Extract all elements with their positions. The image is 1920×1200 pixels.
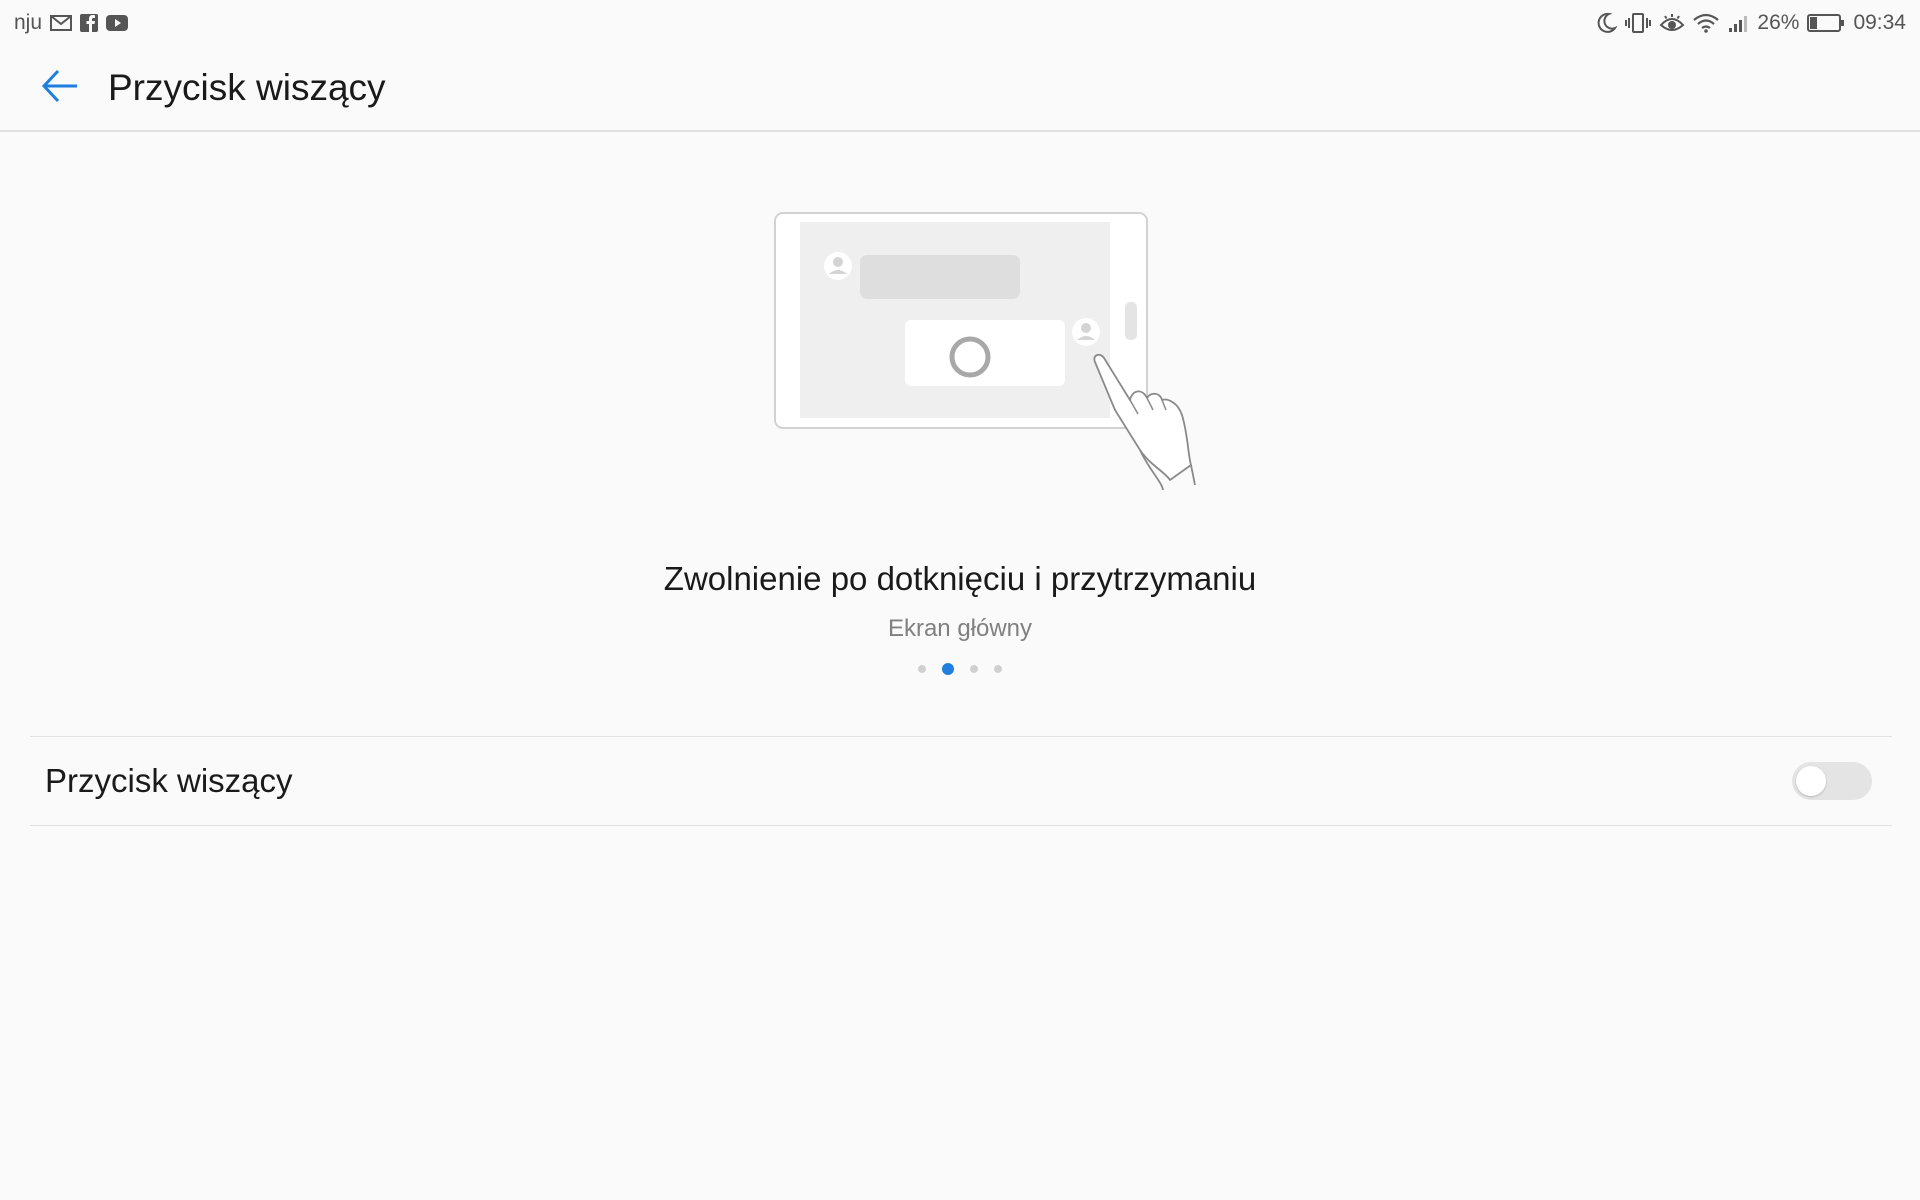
page-dot — [942, 663, 954, 675]
toggle-knob — [1796, 766, 1826, 796]
page-dot — [970, 665, 978, 673]
vibrate-icon — [1625, 12, 1652, 34]
tutorial-title: Zwolnienie po dotknięciu i przytrzymaniu — [663, 560, 1257, 597]
moon-icon — [1595, 12, 1618, 34]
floating-button-toggle[interactable] — [1792, 762, 1872, 800]
page-title: Przycisk wiszący — [108, 67, 386, 108]
screen: nju 26% 09:34 Przycisk wiszący Zwolnieni… — [0, 0, 1920, 1200]
signal-icon — [1727, 13, 1749, 33]
status-right: 26% 09:34 — [1595, 11, 1906, 35]
battery-icon — [1807, 13, 1845, 33]
back-button[interactable] — [30, 58, 90, 118]
page-indicator — [0, 663, 1920, 675]
battery-percent: 26% — [1757, 11, 1800, 34]
gmail-icon — [50, 14, 73, 32]
wifi-icon — [1693, 13, 1720, 33]
arrow-left-icon — [40, 66, 80, 111]
app-bar: Przycisk wiszący — [0, 46, 1920, 132]
page-dot — [918, 665, 926, 673]
status-left: nju — [14, 11, 129, 35]
tablet-hand-illustration — [774, 212, 1196, 491]
carrier-label: nju — [14, 11, 43, 34]
eye-comfort-icon — [1659, 13, 1685, 33]
status-bar: nju 26% 09:34 — [0, 0, 1920, 46]
floating-button-label: Przycisk wiszący — [45, 762, 293, 799]
page-dot — [994, 665, 1002, 673]
youtube-icon — [106, 15, 129, 31]
facebook-icon — [80, 14, 99, 32]
tutorial-illustration — [770, 210, 1210, 491]
floating-button-setting-row[interactable]: Przycisk wiszący — [30, 737, 1892, 825]
divider-bottom — [30, 825, 1892, 826]
tutorial-subtitle: Ekran główny — [887, 615, 1033, 642]
clock: 09:34 — [1853, 11, 1906, 34]
